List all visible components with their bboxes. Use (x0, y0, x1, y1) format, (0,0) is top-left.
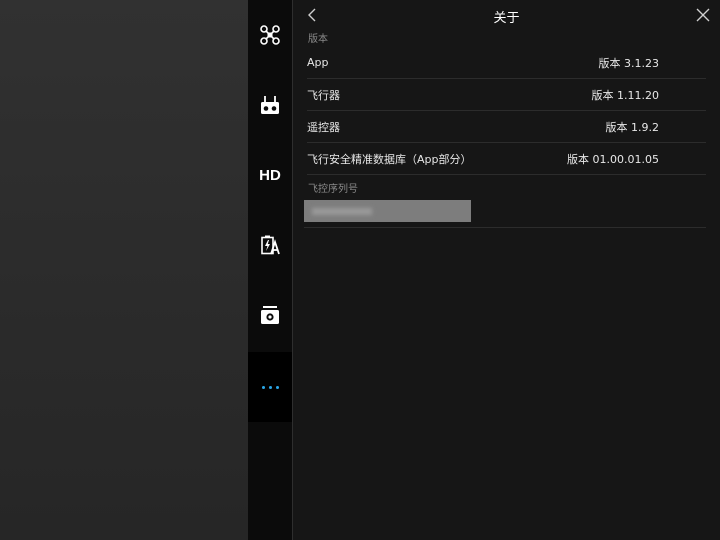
settings-sidebar: HD (248, 0, 292, 540)
drone-icon (259, 24, 281, 46)
version-row-label: 遥控器 (307, 120, 340, 134)
version-section-label: 版本 (308, 34, 328, 45)
version-row-remote-controller: 遥控器 版本 1.9.2 (307, 111, 706, 143)
version-row-flysafe-database: 飞行安全精准数据库（App部分） 版本 01.00.01.05 (307, 143, 706, 175)
sidebar-item-camera[interactable] (248, 280, 292, 350)
version-row-value: 版本 1.9.2 (605, 120, 660, 134)
sidebar-item-more[interactable] (248, 352, 292, 422)
sidebar-item-remote-controller[interactable] (248, 70, 292, 140)
version-row-value: 版本 3.1.23 (598, 56, 659, 70)
close-button[interactable] (694, 7, 712, 25)
sidebar-item-aircraft[interactable] (248, 0, 292, 70)
panel-header: 关于 (293, 0, 720, 32)
close-icon (696, 7, 710, 26)
hd-icon: HD (259, 166, 281, 184)
battery-icon (259, 234, 281, 256)
serial-number-row (304, 197, 706, 228)
page-title: 关于 (493, 11, 520, 26)
serial-number-label: 飞控序列号 (308, 184, 358, 195)
version-row-app: App 版本 3.1.23 (307, 47, 706, 79)
camera-preview (0, 0, 248, 540)
sidebar-item-hd-transmission[interactable]: HD (248, 140, 292, 210)
sidebar-item-battery[interactable] (248, 210, 292, 280)
version-row-value: 版本 1.11.20 (591, 88, 659, 102)
camera-icon (259, 304, 281, 326)
version-row-label: App (307, 56, 329, 69)
version-row-label: 飞行器 (307, 88, 340, 102)
remote-controller-icon (259, 94, 281, 116)
version-row-label: 飞行安全精准数据库（App部分） (307, 152, 472, 166)
version-row-aircraft: 飞行器 版本 1.11.20 (307, 79, 706, 111)
serial-number-redacted (304, 200, 471, 222)
version-row-value: 版本 01.00.01.05 (567, 152, 659, 166)
more-dots-icon (261, 385, 279, 389)
about-panel: 关于 版本 App 版本 3.1.23 飞行器 版本 1.11.20 遥控器 版… (293, 0, 720, 540)
app-root: HD 关于 版本 App 版本 3.1.23 飞行器 版本 1.11.20 遥控… (0, 0, 720, 540)
